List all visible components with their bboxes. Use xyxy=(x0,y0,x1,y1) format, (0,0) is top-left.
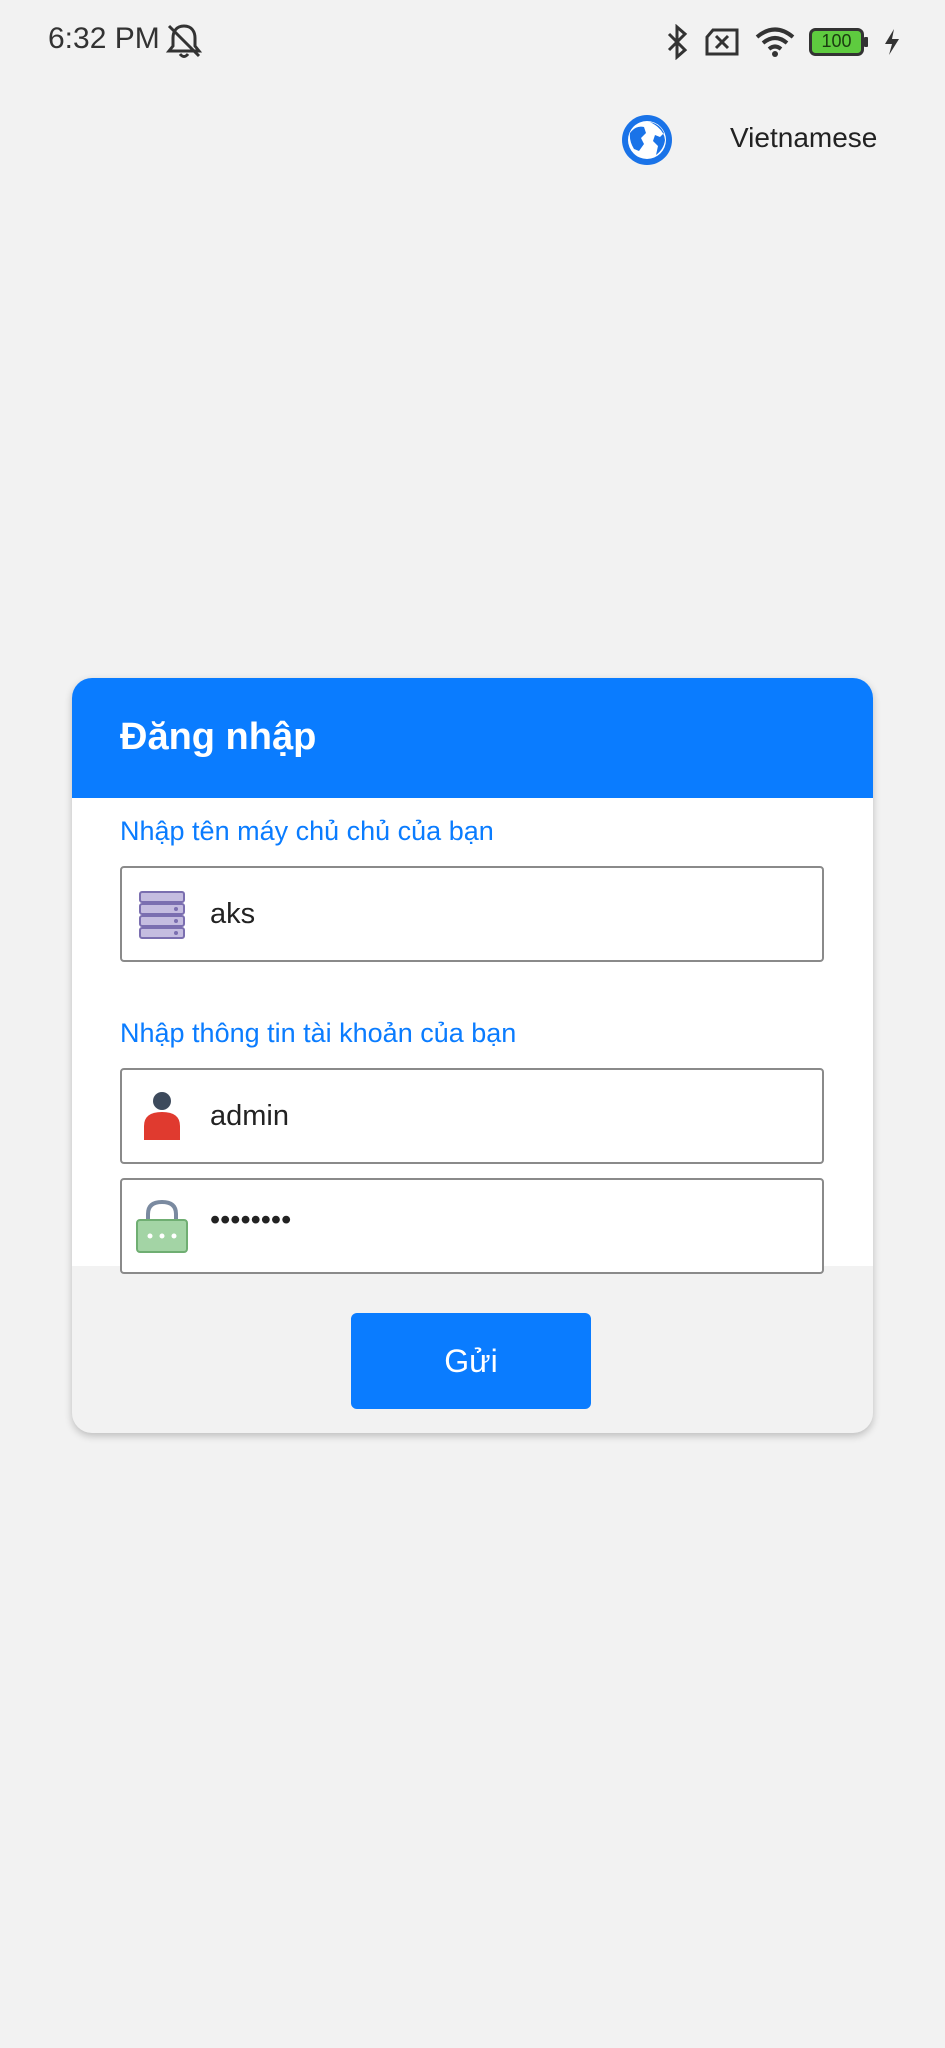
language-label[interactable]: Vietnamese xyxy=(730,122,877,154)
mute-bell-icon xyxy=(164,22,204,60)
charging-icon xyxy=(883,28,901,56)
lock-icon xyxy=(134,1198,188,1253)
submit-button[interactable]: Gửi xyxy=(351,1313,591,1409)
card-header: Đăng nhập xyxy=(72,678,873,798)
card-title: Đăng nhập xyxy=(120,716,317,758)
server-icon xyxy=(136,888,188,940)
password-field[interactable]: •••••••• xyxy=(120,1178,824,1274)
globe-icon[interactable] xyxy=(620,113,674,167)
language-selector[interactable]: Vietnamese xyxy=(620,112,900,168)
username-field[interactable]: admin xyxy=(120,1068,824,1164)
bluetooth-icon xyxy=(665,24,689,60)
user-icon xyxy=(136,1090,188,1142)
status-time: 6:32 PM xyxy=(48,22,160,55)
username-input[interactable]: admin xyxy=(210,1100,289,1133)
password-input[interactable]: •••••••• xyxy=(210,1204,291,1237)
server-field[interactable]: aks xyxy=(120,866,824,962)
status-bar: 6:32 PM 100 xyxy=(0,0,945,84)
server-input[interactable]: aks xyxy=(210,898,255,931)
wifi-icon xyxy=(755,26,795,58)
battery-icon: 100 xyxy=(809,28,869,56)
account-section-label: Nhập thông tin tài khoản của bạn xyxy=(120,1018,517,1048)
battery-level: 100 xyxy=(821,31,852,51)
login-card: Đăng nhập Nhập tên máy chủ chủ của bạn a… xyxy=(72,678,873,1433)
server-section-label: Nhập tên máy chủ chủ của bạn xyxy=(120,816,494,846)
status-icons: 100 xyxy=(665,22,901,62)
sim-off-icon xyxy=(703,27,741,57)
